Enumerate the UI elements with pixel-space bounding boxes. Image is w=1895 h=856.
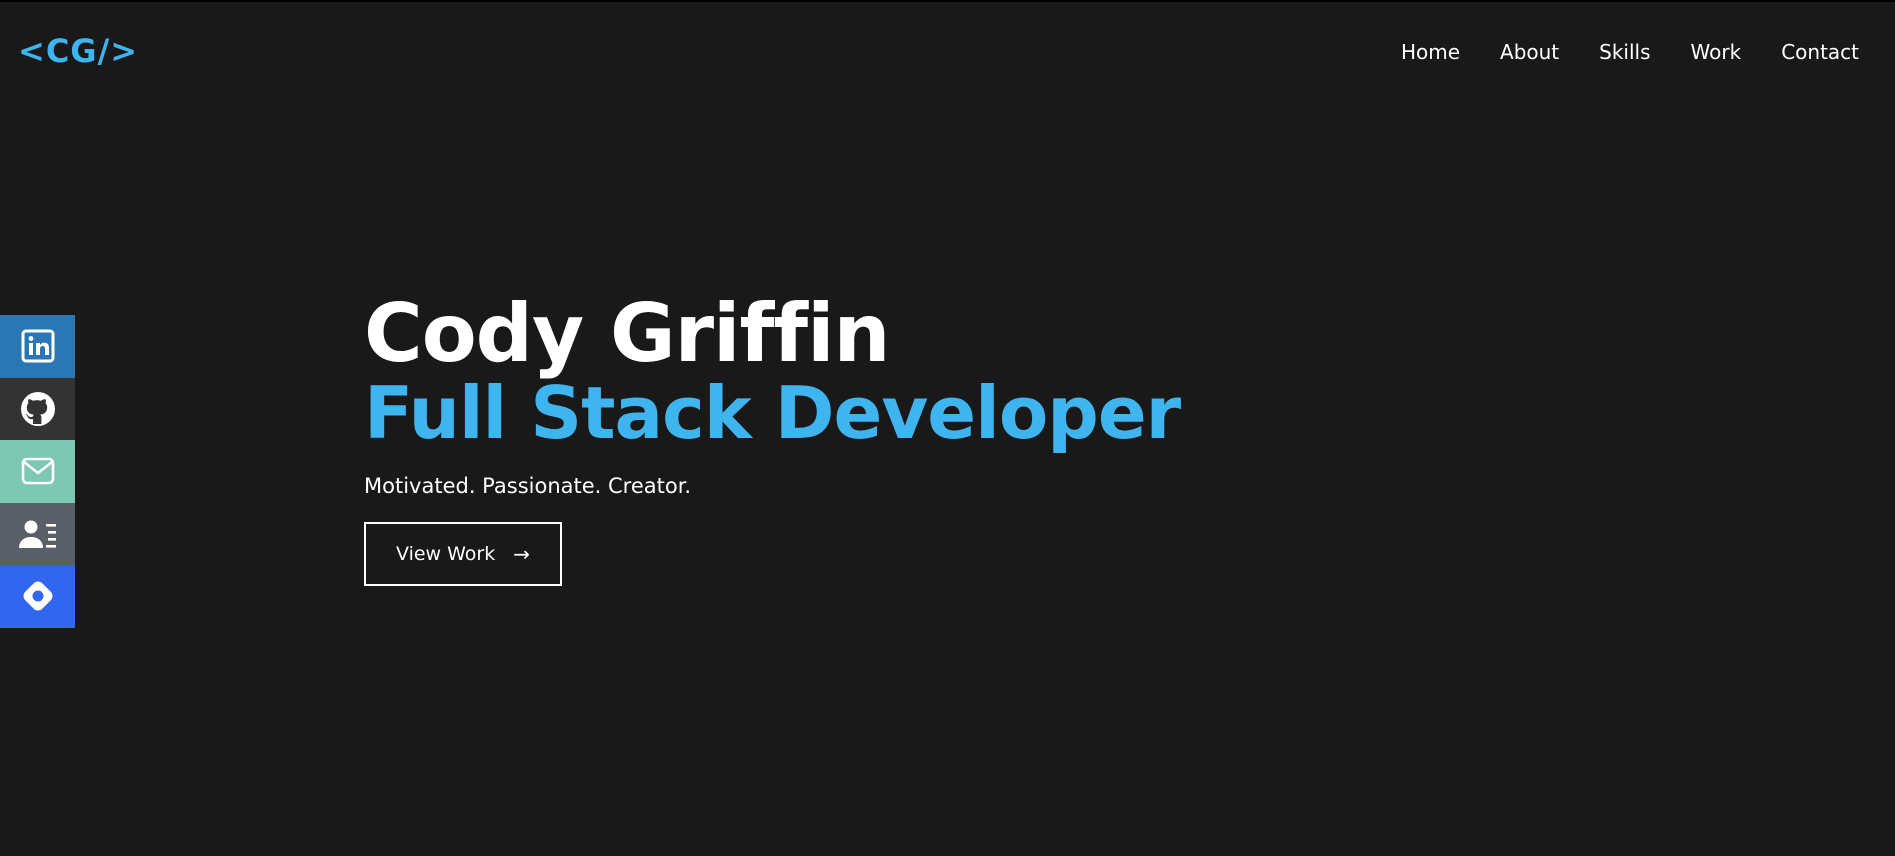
social-sidebar: [0, 315, 75, 628]
linkedin-link[interactable]: [0, 315, 75, 378]
portfolio-link[interactable]: [0, 565, 75, 628]
hero-section: Cody Griffin Full Stack Developer Motiva…: [364, 287, 1181, 586]
arrow-right-icon: →: [513, 542, 530, 566]
hero-role: Full Stack Developer: [364, 371, 1181, 455]
nav-about[interactable]: About: [1500, 40, 1559, 64]
nav-work[interactable]: Work: [1691, 40, 1742, 64]
view-work-button[interactable]: View Work →: [364, 522, 562, 586]
view-work-label: View Work: [396, 543, 496, 565]
hero-name: Cody Griffin: [364, 287, 890, 380]
logo[interactable]: <CG/>: [18, 32, 138, 70]
github-icon: [20, 391, 56, 427]
email-link[interactable]: [0, 440, 75, 503]
contact-card-icon: [18, 518, 58, 550]
nav-home[interactable]: Home: [1401, 40, 1460, 64]
resume-link[interactable]: [0, 502, 75, 565]
main-nav: Home About Skills Work Contact: [1401, 40, 1859, 64]
linkedin-icon: [21, 329, 55, 363]
diamond-icon: [18, 576, 58, 616]
nav-skills[interactable]: Skills: [1599, 40, 1650, 64]
github-link[interactable]: [0, 377, 75, 440]
nav-contact[interactable]: Contact: [1781, 40, 1859, 64]
hero-tagline: Motivated. Passionate. Creator.: [364, 474, 692, 498]
mail-icon: [21, 457, 55, 485]
